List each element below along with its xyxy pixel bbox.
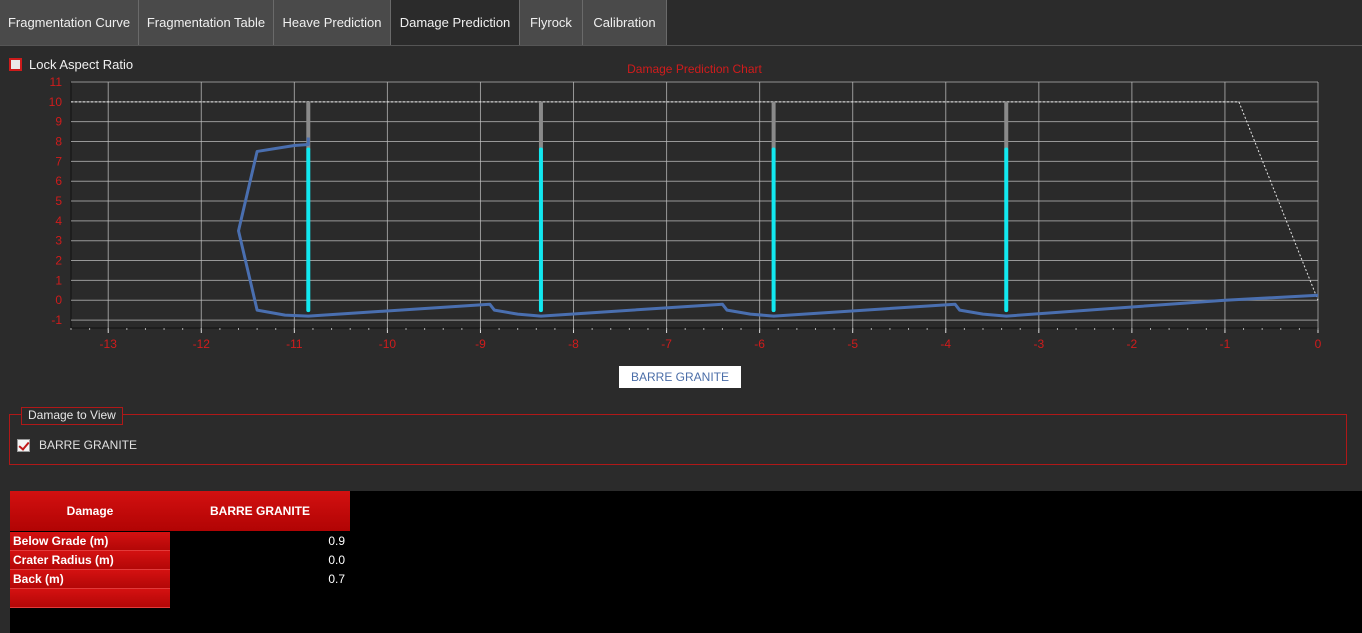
damage-prediction-chart: Damage Prediction Chart-13 -12 -11 -10 -9 -8-… [49,62,1322,351]
tab-calibration[interactable]: Calibration [583,0,667,45]
chart-legend: BARRE GRANITE [619,366,741,388]
table-row-label: Below Grade (m) [10,532,170,551]
table-row-value: 0.9 [328,534,345,548]
y-tick-label: 7 [55,154,62,168]
tab-fragmentation-curve[interactable]: Fragmentation Curve [0,0,139,45]
x-tick-label: -13 [100,337,118,351]
x-tick-label: -12 [193,337,211,351]
damage-item-checkbox[interactable] [17,438,30,452]
tab-divider [0,45,1362,46]
x-tick-label: -11 [286,337,303,351]
y-tick-label: 5 [55,194,62,208]
y-tick-label: 3 [55,234,62,248]
x-tick-label: -9 [475,337,486,351]
x-tick-label: -8 [568,337,579,351]
x-tick-label: -7 [661,337,672,351]
results-table: Damage BARRE GRANITE Below Grade (m) 0.9… [10,491,1362,633]
tab-fragmentation-table[interactable]: Fragmentation Table [139,0,274,45]
table-row-value: 0.7 [328,572,345,586]
table-header-damage: Damage [10,491,170,531]
y-tick-label: 1 [55,273,62,287]
y-tick-label: 10 [49,95,63,109]
y-tick-label: 9 [55,115,62,129]
table-row-label: Crater Radius (m) [10,551,170,570]
table-row-label: Back (m) [10,570,170,589]
x-tick-label: -5 [847,337,858,351]
x-tick-label: -10 [379,337,397,351]
damage-to-view-title: Damage to View [21,407,123,425]
y-tick-label: 0 [55,293,62,307]
damage-item-label: BARRE GRANITE [39,438,138,452]
x-tick-label: -2 [1127,337,1138,351]
tab-heave-prediction[interactable]: Heave Prediction [274,0,391,45]
damage-item-barre-granite[interactable]: BARRE GRANITE [17,438,137,452]
y-tick-label: 2 [55,254,62,268]
x-tick-label: 0 [1315,337,1322,351]
x-tick-label: -1 [1220,337,1231,351]
tab-flyrock[interactable]: Flyrock [520,0,583,45]
table-row-value [170,589,350,608]
y-tick-label: -1 [51,313,62,327]
x-tick-label: -4 [940,337,951,351]
table-row-value: 0.0 [328,553,345,567]
x-tick-label: -6 [754,337,765,351]
tab-bar: Fragmentation Curve Fragmentation Table … [0,0,1362,46]
chart-title: Damage Prediction Chart [627,62,762,76]
y-tick-label: 6 [55,174,62,188]
table-row-label [10,589,170,608]
tab-damage-prediction[interactable]: Damage Prediction [391,0,520,46]
y-tick-label: 4 [55,214,62,228]
plot-area [70,81,1319,329]
y-tick-label: 8 [55,135,62,149]
x-tick-label: -3 [1033,337,1044,351]
y-tick-label: 11 [50,75,63,89]
damage-to-view-group [9,414,1347,465]
table-header-material: BARRE GRANITE [170,491,350,531]
